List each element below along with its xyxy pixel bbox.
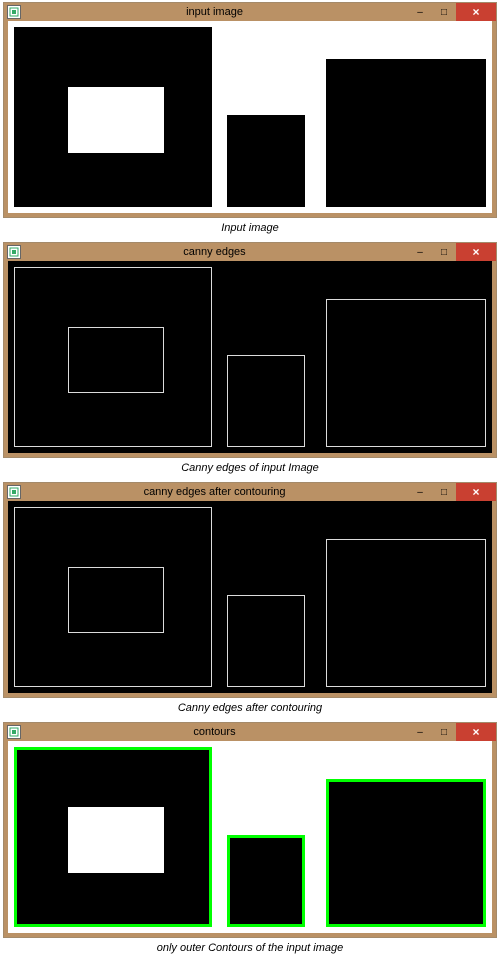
window-title: canny edges after contouring bbox=[21, 486, 408, 498]
edge-small-square bbox=[227, 595, 305, 687]
edge-small-square bbox=[227, 355, 305, 447]
image-canvas bbox=[8, 21, 494, 213]
minimize-button[interactable]: – bbox=[408, 484, 432, 500]
window-title: contours bbox=[21, 726, 408, 738]
window-canny-edges: canny edges – □ × bbox=[3, 242, 497, 458]
edge-right-rect bbox=[326, 539, 486, 687]
app-icon bbox=[7, 485, 21, 499]
image-canvas bbox=[8, 741, 494, 933]
minimize-button[interactable]: – bbox=[408, 724, 432, 740]
canvas-container bbox=[8, 21, 492, 213]
titlebar: canny edges after contouring – □ × bbox=[4, 483, 496, 501]
canvas-container bbox=[8, 501, 492, 693]
large-inner-white bbox=[68, 807, 164, 873]
figure-caption: Canny edges after contouring bbox=[0, 698, 500, 720]
figure-input: input image – □ × Input image bbox=[0, 2, 500, 240]
close-button[interactable]: × bbox=[456, 243, 496, 261]
contour-small-square bbox=[227, 835, 305, 927]
maximize-button[interactable]: □ bbox=[432, 4, 456, 20]
edge-right-rect bbox=[326, 299, 486, 447]
contour-right-rect bbox=[326, 779, 486, 927]
image-canvas bbox=[8, 501, 494, 693]
minimize-button[interactable]: – bbox=[408, 244, 432, 260]
window-title: canny edges bbox=[21, 246, 408, 258]
canvas-container bbox=[8, 741, 492, 933]
figure-caption: only outer Contours of the input image bbox=[0, 938, 500, 960]
canvas-container bbox=[8, 261, 492, 453]
minimize-button[interactable]: – bbox=[408, 4, 432, 20]
window-canny-after-contour: canny edges after contouring – □ × bbox=[3, 482, 497, 698]
close-button[interactable]: × bbox=[456, 3, 496, 21]
close-button[interactable]: × bbox=[456, 723, 496, 741]
app-icon bbox=[7, 725, 21, 739]
window-controls: – □ × bbox=[408, 483, 496, 501]
app-icon bbox=[7, 5, 21, 19]
maximize-button[interactable]: □ bbox=[432, 244, 456, 260]
titlebar: input image – □ × bbox=[4, 3, 496, 21]
edge-large-inner bbox=[68, 327, 164, 393]
figure-caption: Input image bbox=[0, 218, 500, 240]
window-title: input image bbox=[21, 6, 408, 18]
small-square bbox=[227, 115, 305, 207]
maximize-button[interactable]: □ bbox=[432, 484, 456, 500]
right-rect bbox=[326, 59, 486, 207]
figure-contours: contours – □ × only outer Contours of th… bbox=[0, 722, 500, 960]
window-input-image: input image – □ × bbox=[3, 2, 497, 218]
edge-large-inner bbox=[68, 567, 164, 633]
figure-caption: Canny edges of input Image bbox=[0, 458, 500, 480]
figure-canny-contour: canny edges after contouring – □ × Canny… bbox=[0, 482, 500, 720]
window-controls: – □ × bbox=[408, 243, 496, 261]
window-controls: – □ × bbox=[408, 723, 496, 741]
figure-canny: canny edges – □ × Canny edges of input I… bbox=[0, 242, 500, 480]
large-square-inner bbox=[68, 87, 164, 153]
close-button[interactable]: × bbox=[456, 483, 496, 501]
window-controls: – □ × bbox=[408, 3, 496, 21]
app-icon bbox=[7, 245, 21, 259]
titlebar: contours – □ × bbox=[4, 723, 496, 741]
image-canvas bbox=[8, 261, 494, 453]
titlebar: canny edges – □ × bbox=[4, 243, 496, 261]
window-contours: contours – □ × bbox=[3, 722, 497, 938]
maximize-button[interactable]: □ bbox=[432, 724, 456, 740]
